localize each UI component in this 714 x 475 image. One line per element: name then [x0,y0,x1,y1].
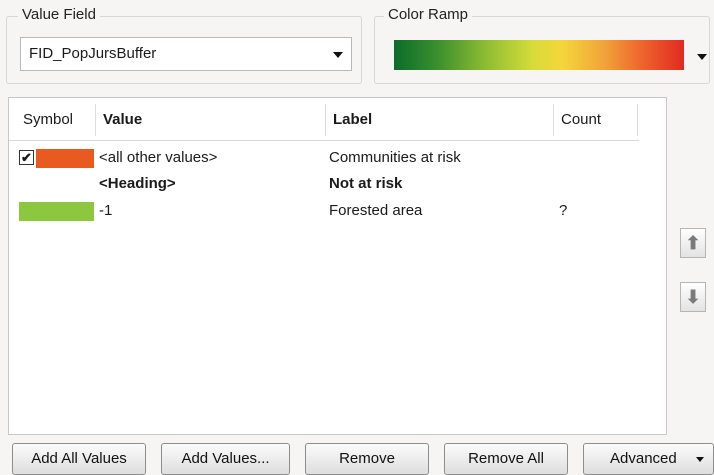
row-label: Not at risk [329,175,403,192]
value-field-selected: FID_PopJursBuffer [29,45,157,62]
add-values-button[interactable]: Add Values... [161,443,290,475]
table-row[interactable]: -1 Forested area ? [9,199,639,225]
column-divider [637,104,638,136]
row-visibility-checkbox[interactable]: ✔ [19,150,34,165]
value-field-label: Value Field [18,6,100,23]
row-value: <Heading> [99,175,176,192]
column-divider [553,104,554,136]
color-ramp-dropdown[interactable] [394,40,684,70]
chevron-down-icon [696,457,704,462]
arrow-up-icon: ⬆ [685,233,701,253]
row-label: Forested area [329,202,423,219]
symbol-swatch[interactable] [36,149,94,168]
arrow-down-icon: ⬇ [685,287,701,307]
table-row[interactable]: ✔ <all other values> Communities at risk [9,146,639,172]
column-header-label[interactable]: Label [327,98,553,140]
remove-button[interactable]: Remove [305,443,429,475]
move-up-button[interactable]: ⬆ [680,228,706,258]
add-all-values-button[interactable]: Add All Values [12,443,146,475]
column-header-value[interactable]: Value [97,98,327,140]
row-value: <all other values> [99,149,218,166]
chevron-down-icon [333,52,343,58]
row-count: ? [559,202,568,219]
symbol-swatch[interactable] [19,202,94,221]
column-divider [95,104,96,136]
advanced-button[interactable]: Advanced [583,443,714,475]
color-ramp-label: Color Ramp [384,6,473,23]
advanced-button-label: Advanced [610,450,677,467]
row-label: Communities at risk [329,149,461,166]
column-divider [325,104,326,136]
symbol-table: Symbol Value Label Count ✔ <all other va… [8,97,667,435]
row-value: -1 [99,202,113,219]
remove-all-button[interactable]: Remove All [444,443,568,475]
column-header-count[interactable]: Count [555,98,635,140]
color-ramp-chevron-down-icon[interactable] [697,54,707,60]
move-down-button[interactable]: ⬇ [680,282,706,312]
column-header-symbol[interactable]: Symbol [17,98,97,140]
value-field-dropdown[interactable]: FID_PopJursBuffer [20,37,352,71]
table-header: Symbol Value Label Count [9,98,639,141]
table-row-heading[interactable]: <Heading> Not at risk [9,172,639,198]
